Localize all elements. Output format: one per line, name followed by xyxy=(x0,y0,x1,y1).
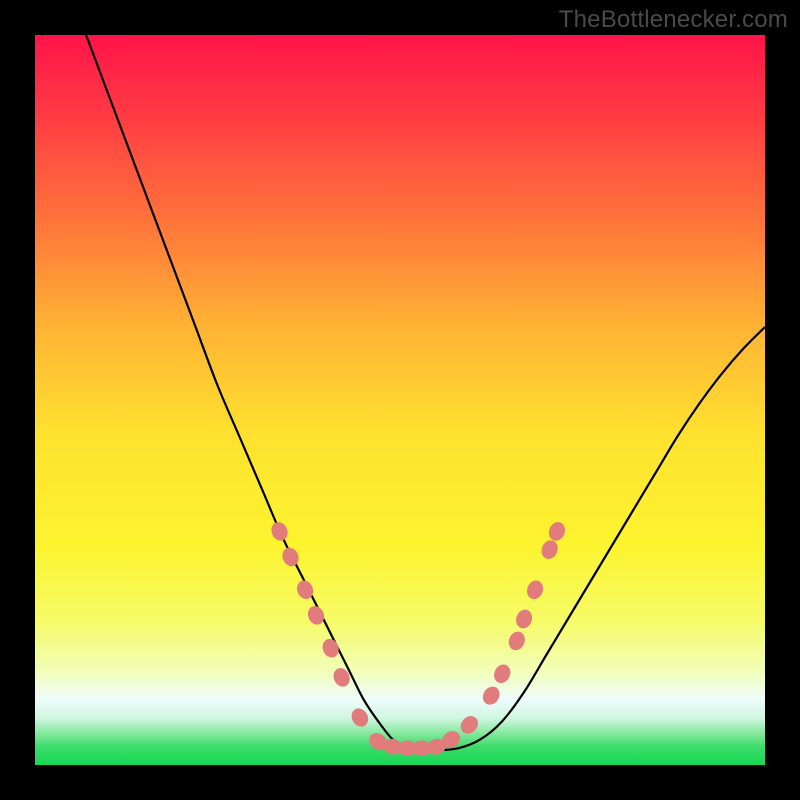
curve-bead xyxy=(524,578,545,601)
curve-bead xyxy=(546,520,568,543)
plot-area xyxy=(35,35,765,765)
curve-bead xyxy=(457,713,481,738)
curve-beads-group xyxy=(269,520,568,757)
curve-bead xyxy=(305,603,327,627)
bottleneck-curve xyxy=(86,35,765,751)
curve-bead xyxy=(506,629,528,652)
curve-bead xyxy=(480,683,503,707)
curve-bead xyxy=(348,705,371,729)
curve-bead xyxy=(269,520,291,544)
curve-bead xyxy=(320,636,342,660)
curve-layer xyxy=(35,35,765,765)
chart-frame: TheBottlenecker.com xyxy=(0,0,800,800)
curve-bead xyxy=(491,662,513,686)
curve-bead xyxy=(280,545,302,569)
curve-bead xyxy=(539,538,560,561)
curve-bead xyxy=(514,607,535,630)
watermark-label: TheBottlenecker.com xyxy=(559,6,788,34)
